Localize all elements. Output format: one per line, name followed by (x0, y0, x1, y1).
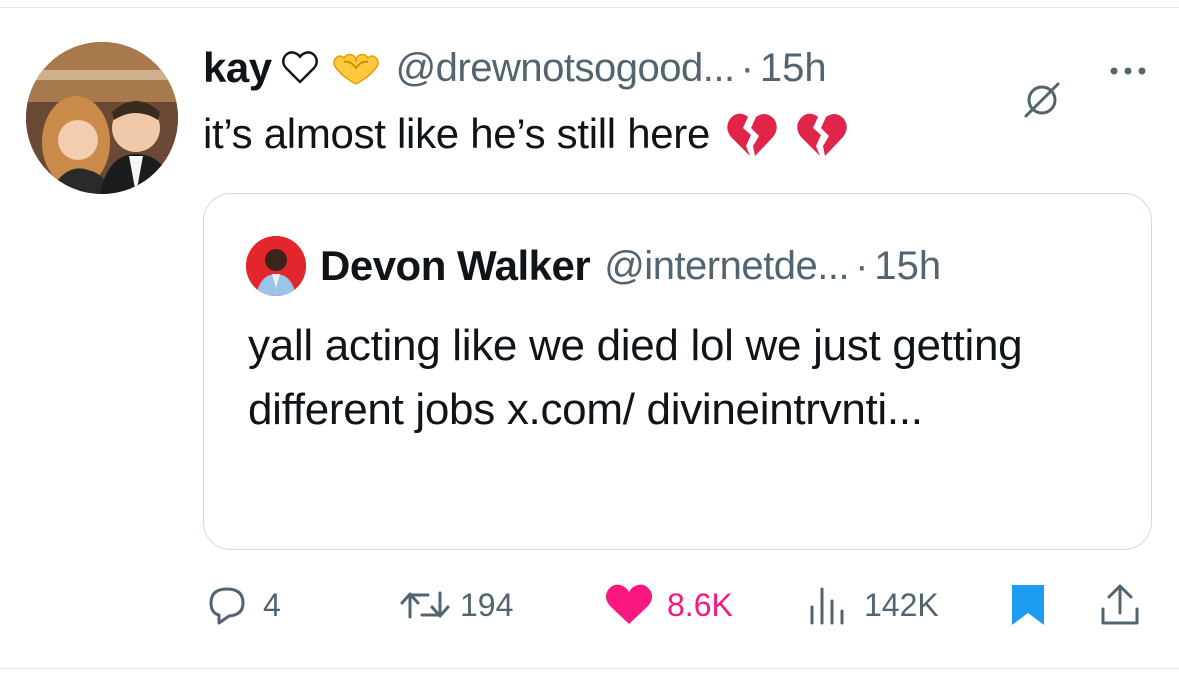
tweet-body: it’s almost like he’s still here (203, 108, 850, 160)
share-button[interactable] (1098, 580, 1142, 630)
heart-hands-icon (330, 48, 382, 88)
view-count: 142K (864, 586, 939, 623)
bookmark-button[interactable] (1008, 580, 1048, 630)
quote-author-handle[interactable]: @internetde... (604, 244, 849, 289)
quote-separator-dot: · (855, 243, 869, 288)
reply-button[interactable]: 4 (205, 580, 281, 630)
quote-header: Devon Walker @internetde... · 15h (246, 236, 941, 296)
white-heart-icon (280, 48, 320, 88)
like-button[interactable]: 8.6K (603, 580, 733, 630)
quote-text: yall acting like we died lol we just get… (248, 321, 1023, 434)
tweet-time[interactable]: 15h (760, 46, 827, 91)
repost-count: 194 (460, 586, 514, 623)
tweet-header: kay @drewnotsogood... · 15h (203, 42, 827, 94)
views-button[interactable]: 142K (806, 580, 939, 630)
quote-avatar-photo (246, 236, 306, 296)
avatar-photo (26, 42, 178, 194)
quote-time[interactable]: 15h (874, 244, 941, 289)
repost-icon (400, 591, 450, 619)
like-icon (605, 584, 653, 624)
share-icon (1101, 584, 1139, 625)
author-handle[interactable]: @drewnotsogood... (396, 46, 735, 91)
tweet-text: it’s almost like he’s still here (203, 110, 711, 157)
views-icon (810, 587, 844, 625)
repost-button[interactable]: 194 (398, 580, 513, 630)
reply-count: 4 (263, 586, 281, 623)
author-name[interactable]: kay (203, 44, 272, 92)
quoted-tweet-card[interactable]: Devon Walker @internetde... · 15h yall a… (203, 193, 1152, 550)
more-icon[interactable] (1106, 56, 1150, 86)
author-avatar[interactable] (26, 42, 178, 194)
separator-dot: · (740, 45, 754, 90)
broken-heart-icon (794, 108, 850, 160)
like-count: 8.6K (667, 586, 733, 623)
action-bar: 4 194 8.6K 142K (0, 580, 1179, 630)
bookmark-icon (1012, 585, 1044, 625)
quote-author-name[interactable]: Devon Walker (320, 242, 591, 290)
bottom-divider (0, 668, 1179, 669)
reply-icon (209, 587, 245, 625)
top-divider (0, 7, 1179, 8)
grok-icon[interactable] (1022, 80, 1062, 120)
broken-heart-icon (724, 108, 780, 160)
quote-author-avatar[interactable] (246, 236, 306, 296)
